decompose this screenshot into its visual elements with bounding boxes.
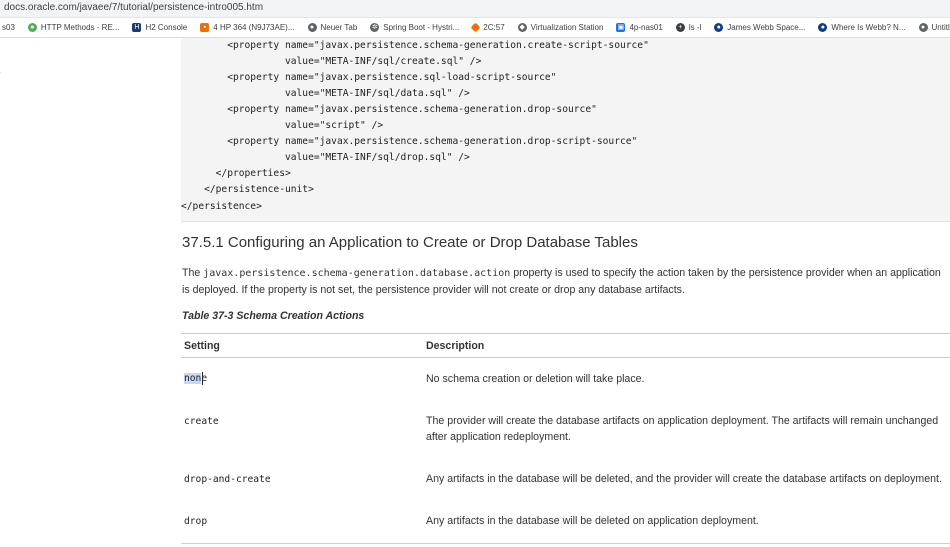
para-text: The — [182, 267, 204, 279]
bookmark-label: Neuer Tab — [320, 23, 358, 32]
nasa-icon: ● — [714, 23, 724, 32]
nas-icon: ▣ — [616, 23, 626, 32]
diamond-icon — [470, 22, 481, 33]
bookmark-label: ls -l — [688, 23, 702, 32]
table-border — [181, 333, 950, 334]
code-block: <property name="javax.persistence.schema… — [181, 38, 950, 222]
bookmark-label: Virtualization Station — [530, 23, 604, 32]
setting-cell: create — [184, 416, 219, 427]
bookmark-h2-console[interactable]: H H2 Console — [132, 23, 187, 32]
bookmark-s03[interactable]: s03 — [2, 23, 15, 32]
text-cursor — [202, 372, 203, 385]
bookmarks-bar: s03 ● HTTP Methods - RE... H H2 Console … — [0, 18, 950, 38]
code-line: value="script" /> — [181, 120, 384, 131]
column-header-description: Description — [426, 340, 485, 352]
bookmark-icon: ▪ — [200, 23, 210, 32]
code-line: <property name="javax.persistence.schema… — [181, 136, 638, 147]
code-line: </persistence-unit> — [181, 184, 314, 195]
code-line: value="META-INF/sql/drop.sql" /> — [181, 152, 470, 163]
gear-icon: ✲ — [370, 23, 380, 32]
bookmark-label: 4p-nas01 — [629, 23, 663, 32]
table-caption: Table 37-3 Schema Creation Actions — [182, 310, 365, 322]
bookmark-http-methods[interactable]: ● HTTP Methods - RE... — [27, 23, 120, 32]
bookmark-where-is-webb[interactable]: ● Where Is Webb? N... — [818, 23, 906, 32]
bookmark-label: 2C:57 — [483, 23, 505, 32]
code-line: <property name="javax.persistence.sql-lo… — [181, 72, 557, 83]
bookmark-2c57[interactable]: 2C:57 — [470, 22, 505, 33]
bookmark-spring-boot[interactable]: ✲ Spring Boot - Hystri... — [370, 23, 459, 32]
h2-icon: H — [132, 23, 142, 32]
nasa-icon: ● — [818, 23, 828, 32]
globe-icon: ● — [918, 23, 928, 32]
bookmark-label: HTTP Methods - RE... — [40, 23, 120, 32]
setting-cell: drop — [184, 516, 208, 527]
bookmark-hp-printer[interactable]: ▪ 4 HP 364 (N9J73AE)... — [200, 23, 295, 32]
column-header-setting: Setting — [184, 340, 220, 352]
section-heading: 37.5.1 Configuring an Application to Cre… — [182, 234, 638, 251]
table-border — [181, 543, 950, 544]
url-text: docs.oracle.com/javaee/7/tutorial/persis… — [4, 2, 264, 13]
bookmark-label: H2 Console — [145, 23, 188, 32]
property-code: javax.persistence.schema-generation.data… — [203, 268, 511, 279]
description-cell: Any artifacts in the database will be de… — [426, 473, 942, 485]
address-bar[interactable]: docs.oracle.com/javaee/7/tutorial/persis… — [0, 0, 950, 18]
bookmark-untitled[interactable]: ● Untitled — [918, 23, 950, 32]
code-line: </persistence> — [181, 201, 262, 212]
vs-icon: ◆ — [517, 23, 527, 32]
bookmark-label: s03 — [2, 23, 15, 32]
bookmark-label: Where Is Webb? N... — [831, 23, 906, 32]
globe-icon: ● — [307, 23, 317, 32]
description-cell: Any artifacts in the database will be de… — [426, 515, 759, 527]
globe-icon: ● — [27, 23, 37, 32]
bookmark-virtualization-station[interactable]: ◆ Virtualization Station — [517, 23, 604, 32]
code-line: <property name="javax.persistence.schema… — [181, 40, 649, 51]
setting-cell[interactable]: none — [184, 373, 207, 384]
section-paragraph: The javax.persistence.schema-generation.… — [182, 265, 944, 299]
code-line: </properties> — [181, 168, 291, 179]
bookmark-label: James Webb Space... — [727, 23, 806, 32]
description-cell: The provider will create the database ar… — [426, 415, 939, 443]
code-line: value="META-INF/sql/data.sql" /> — [181, 88, 470, 99]
table-header-divider — [181, 357, 950, 358]
bookmark-ls-l[interactable]: + ls -l — [675, 23, 702, 32]
bookmark-neuer-tab[interactable]: ● Neuer Tab — [307, 23, 358, 32]
plus-icon: + — [675, 23, 685, 32]
code-line: <property name="javax.persistence.schema… — [181, 104, 597, 115]
setting-cell: drop-and-create — [184, 474, 271, 485]
bookmark-james-webb[interactable]: ● James Webb Space... — [714, 23, 805, 32]
page-margin — [0, 72, 1, 73]
description-cell: No schema creation or deletion will take… — [426, 373, 645, 385]
bookmark-label: 4 HP 364 (N9J73AE)... — [213, 23, 295, 32]
selected-text: non — [184, 373, 202, 384]
bookmark-4p-nas01[interactable]: ▣ 4p-nas01 — [616, 23, 663, 32]
bookmark-label: Spring Boot - Hystri... — [383, 23, 460, 32]
bookmark-label: Untitled — [931, 23, 950, 32]
code-line: value="META-INF/sql/create.sql" /> — [181, 56, 482, 67]
